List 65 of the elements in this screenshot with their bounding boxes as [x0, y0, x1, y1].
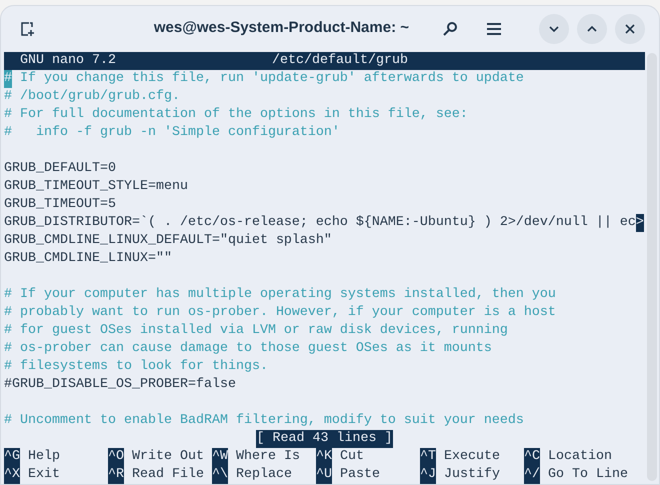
shortcut-key: ^K	[316, 448, 332, 466]
overflow-marker: >	[636, 214, 644, 232]
shortcut-item[interactable]: ^T Execute	[420, 448, 524, 466]
shortcut-label: Cut	[339, 448, 364, 466]
comment-line: # For full documentation of the options in this file, see:	[4, 106, 468, 124]
code-line: GRUB_TIMEOUT=5	[4, 196, 116, 214]
shortcut-item[interactable]: ^O Write Out	[108, 448, 212, 466]
shortcut-key: ^W	[212, 448, 228, 466]
shortcut-key: ^J	[420, 466, 436, 484]
shortcut-key: ^R	[108, 466, 124, 484]
shortcut-item[interactable]: ^U Paste	[316, 466, 420, 484]
window-title: wes@wes-System-Product-Name: ~	[154, 18, 409, 38]
comment-line: # If your computer has multiple operating systems installed, then you	[4, 286, 556, 304]
comment-line: # Uncomment to enable BadRAM filtering, modify to suit your needs	[4, 412, 524, 430]
shortcut-label: Help	[27, 448, 60, 466]
shortcut-item[interactable]: ^J Justify	[420, 466, 524, 484]
shortcut-label: Exit	[27, 466, 60, 484]
shortcut-item[interactable]: ^\ Replace	[212, 466, 316, 484]
shortcut-item[interactable]: ^X Exit	[4, 466, 108, 484]
comment-line: # filesystems to look for things.	[4, 358, 268, 376]
shortcut-label: Go To Line	[547, 466, 628, 484]
shortcut-label: Location	[547, 448, 612, 466]
shortcut-item[interactable]: ^C Location	[524, 448, 628, 466]
shortcut-key: ^/	[524, 466, 540, 484]
comment-line: If you change this file, run 'update-grub' afterwards to update	[18, 70, 524, 88]
shortcut-item[interactable]: ^G Help	[4, 448, 108, 466]
shortcut-label: Justify	[443, 466, 500, 484]
code-line: GRUB_CMDLINE_LINUX_DEFAULT="quiet splash"	[4, 232, 332, 250]
shortcut-item[interactable]: ^W Where Is	[212, 448, 316, 466]
shortcut-key: ^C	[524, 448, 540, 466]
comment-line: # for guest OSes installed via LVM or raw disk devices, running	[4, 322, 508, 340]
new-tab-icon	[19, 20, 35, 36]
shortcut-label: Read File	[131, 466, 204, 484]
code-line: GRUB_TIMEOUT_STYLE=menu	[4, 178, 188, 196]
shortcut-key: ^X	[4, 466, 20, 484]
shortcut-key: ^\	[212, 466, 228, 484]
minimize-button[interactable]	[539, 14, 569, 44]
shortcut-item[interactable]: ^R Read File	[108, 466, 212, 484]
code-line: GRUB_DISTRIBUTOR=`( . /etc/os-release; echo ${NAME:-Ubuntu} ) 2>/dev/null || ec	[4, 214, 636, 232]
shortcut-key: ^O	[108, 448, 124, 466]
shortcut-label: Replace	[235, 466, 292, 484]
shortcut-label: Paste	[339, 466, 380, 484]
nano-version: GNU nano 7.2	[19, 52, 117, 70]
shortcut-key: ^T	[420, 448, 436, 466]
comment-line: # os-prober can cause damage to those guest OSes as it mounts	[4, 340, 492, 358]
shortcut-key: ^U	[316, 466, 332, 484]
search-icon	[442, 20, 458, 36]
code-line: GRUB_CMDLINE_LINUX=""	[4, 250, 172, 268]
text-cursor: #	[4, 70, 12, 88]
shortcut-item[interactable]: ^/ Go To Line	[524, 466, 628, 484]
comment-line: # info -f grub -n 'Simple configuration'	[4, 124, 340, 142]
maximize-button[interactable]	[577, 14, 607, 44]
shortcut-item[interactable]: ^K Cut	[316, 448, 420, 466]
comment-line: # probably want to run os-prober. However, if your computer is a host	[4, 304, 556, 322]
code-line: GRUB_DEFAULT=0	[4, 160, 116, 178]
shortcut-label: Where Is	[235, 448, 300, 466]
menu-icon	[486, 22, 502, 36]
code-line: #GRUB_DISABLE_OS_PROBER=false	[4, 376, 236, 394]
shortcut-label: Execute	[443, 448, 500, 466]
file-name: /etc/default/grub	[272, 52, 408, 70]
status-message: [ Read 43 lines ]	[256, 430, 394, 448]
shortcut-label: Write Out	[131, 448, 204, 466]
shortcut-key: ^G	[4, 448, 20, 466]
close-button[interactable]	[615, 14, 645, 44]
comment-line: # /boot/grub/grub.cfg.	[4, 88, 180, 106]
